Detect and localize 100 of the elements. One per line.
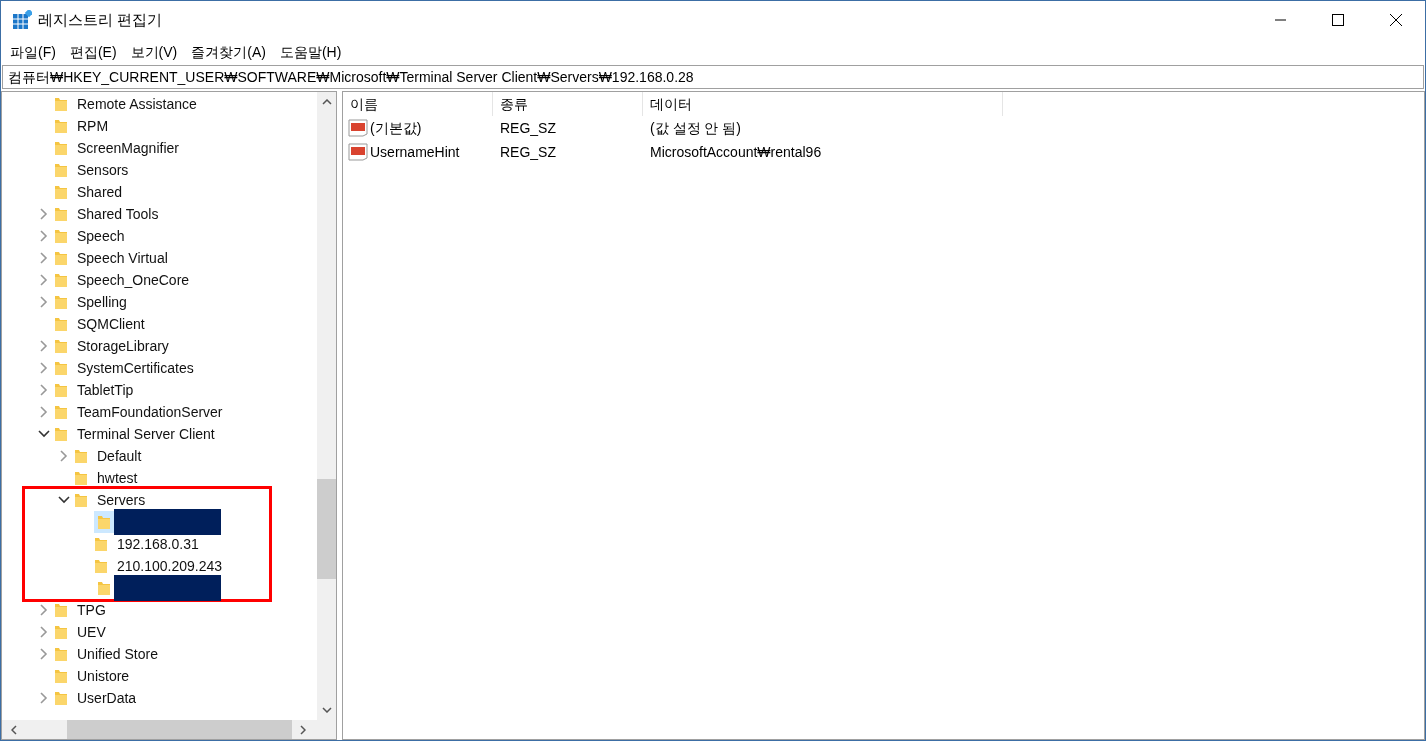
folder-icon — [54, 404, 68, 420]
chevron-right-icon[interactable] — [40, 406, 48, 418]
folder-icon — [54, 602, 68, 618]
folder-icon — [54, 272, 68, 288]
chevron-down-icon[interactable] — [38, 430, 50, 438]
menu-item[interactable]: 보기(V) — [123, 41, 185, 63]
tree-item[interactable]: Spelling — [76, 291, 128, 313]
chevron-right-icon[interactable] — [40, 252, 48, 264]
column-header[interactable]: 종류 — [493, 92, 643, 116]
folder-icon — [54, 646, 68, 662]
scrollbar-thumb[interactable] — [317, 479, 336, 579]
tree-item[interactable]: Speech — [76, 225, 126, 247]
folder-icon — [54, 360, 68, 376]
column-header[interactable]: 이름 — [343, 92, 493, 116]
tree-item[interactable]: Shared — [76, 181, 124, 203]
chevron-right-icon[interactable] — [40, 296, 48, 308]
tree-item[interactable]: Default — [96, 445, 143, 467]
folder-icon — [54, 162, 68, 178]
folder-icon — [54, 206, 68, 222]
folder-icon — [54, 316, 68, 332]
folder-icon — [54, 690, 68, 706]
folder-icon — [54, 624, 68, 640]
chevron-right-icon[interactable] — [40, 340, 48, 352]
tree-item[interactable]: 210.100.209.243 — [116, 555, 224, 577]
vertical-scrollbar[interactable] — [317, 92, 336, 720]
chevron-right-icon[interactable] — [40, 274, 48, 286]
tree-item[interactable]: SQMClient — [76, 313, 146, 335]
window-title: 레지스트리 편집기 — [38, 9, 163, 30]
minimize-icon — [1274, 19, 1286, 21]
chevron-right-icon[interactable] — [40, 230, 48, 242]
tree-item[interactable]: SystemCertificates — [76, 357, 195, 379]
tree-item[interactable]: RPM — [76, 115, 110, 137]
tree-item[interactable]: TPG — [76, 599, 107, 621]
close-icon — [1390, 14, 1402, 26]
folder-icon — [74, 448, 88, 464]
folder-icon — [54, 338, 68, 354]
chevron-right-icon[interactable] — [40, 626, 48, 638]
menu-item[interactable]: 도움말(H) — [272, 41, 349, 63]
chevron-right-icon[interactable] — [40, 208, 48, 220]
folder-icon — [54, 118, 68, 134]
table-cell-text: REG_SZ — [499, 142, 557, 162]
chevron-right-icon[interactable] — [40, 384, 48, 396]
tree-item[interactable]: 192.168.0.31 — [116, 533, 200, 555]
scroll-up-icon[interactable] — [321, 99, 332, 105]
folder-icon — [97, 514, 111, 530]
tree-item[interactable]: ScreenMagnifier — [76, 137, 180, 159]
tree-item[interactable]: hwtest — [96, 467, 139, 489]
chevron-right-icon[interactable] — [40, 362, 48, 374]
tree-item[interactable]: Sensors — [76, 159, 130, 181]
chevron-right-icon[interactable] — [40, 692, 48, 704]
tree-item[interactable]: UEV — [76, 621, 107, 643]
horizontal-scrollbar[interactable] — [2, 720, 336, 739]
folder-icon — [97, 580, 111, 596]
string-value-icon — [348, 143, 368, 161]
tree-item[interactable]: Unified Store — [76, 643, 159, 665]
table-cell-text: (값 설정 안 됨) — [649, 118, 742, 138]
scrollbar-thumb[interactable] — [67, 720, 292, 739]
chevron-right-icon[interactable] — [40, 648, 48, 660]
folder-icon — [94, 558, 108, 574]
folder-icon — [54, 382, 68, 398]
tree-item[interactable]: StorageLibrary — [76, 335, 170, 357]
scroll-left-icon[interactable] — [11, 724, 17, 735]
chevron-right-icon[interactable] — [60, 450, 68, 462]
table-cell-text: REG_SZ — [499, 118, 557, 138]
folder-icon — [54, 140, 68, 156]
folder-icon — [54, 294, 68, 310]
menu-item[interactable]: 편집(E) — [62, 41, 124, 63]
menu-item[interactable]: 즐겨찾기(A) — [184, 41, 273, 63]
column-header[interactable]: 데이터 — [643, 92, 1003, 116]
folder-icon — [94, 536, 108, 552]
tree-item[interactable]: TeamFoundationServer — [76, 401, 224, 423]
tree-item[interactable]: Unistore — [76, 665, 131, 687]
tree-item[interactable]: Speech_OneCore — [76, 269, 191, 291]
tree-item[interactable]: Speech Virtual — [76, 247, 169, 269]
folder-icon — [74, 470, 88, 486]
folder-icon — [54, 426, 68, 442]
scroll-down-icon[interactable] — [321, 707, 332, 713]
scroll-right-icon[interactable] — [300, 724, 306, 735]
folder-icon — [54, 228, 68, 244]
folder-icon — [74, 492, 88, 508]
chevron-down-icon[interactable] — [58, 496, 70, 504]
chevron-right-icon[interactable] — [40, 604, 48, 616]
table-cell-text: UsernameHint — [370, 142, 460, 162]
menu-item[interactable]: 파일(F) — [3, 41, 63, 63]
folder-icon — [54, 250, 68, 266]
folder-icon — [54, 668, 68, 684]
tree-item[interactable]: TabletTip — [76, 379, 135, 401]
tree-item[interactable]: Shared Tools — [76, 203, 160, 225]
maximize-icon — [1332, 14, 1344, 26]
registry-grid-icon — [12, 10, 32, 30]
address-bar[interactable]: 컴퓨터₩HKEY_CURRENT_USER₩SOFTWARE₩Microsoft₩Terminal Server Client₩Servers₩192.168.0.28 — [2, 65, 1424, 89]
folder-icon — [54, 96, 68, 112]
tree-item[interactable]: Servers — [96, 489, 147, 511]
table-cell-text: MicrosoftAccount₩rental96 — [649, 142, 823, 162]
tree-item[interactable]: UserData — [76, 687, 138, 709]
string-value-icon — [348, 119, 368, 137]
tree-item[interactable]: Terminal Server Client — [76, 423, 216, 445]
table-cell-text: (기본값) — [370, 118, 422, 138]
folder-icon — [54, 184, 68, 200]
tree-item[interactable]: Remote Assistance — [76, 93, 198, 115]
